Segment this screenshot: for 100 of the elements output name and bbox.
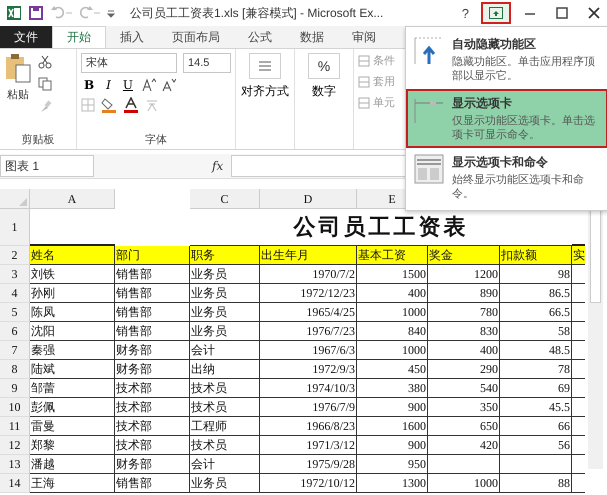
table-cell: 1600 [402, 419, 426, 433]
table-cell: 88 [558, 476, 570, 490]
table-cell: 950 [408, 457, 426, 471]
table-cell: 技术员 [191, 400, 227, 414]
table-cell: 沈阳 [31, 324, 55, 338]
table-cell: 会计 [191, 457, 215, 471]
table-cell: 1966/8/23 [306, 419, 355, 433]
table-cell: 销售部 [116, 476, 152, 490]
table-cell: 姓名 [31, 248, 55, 262]
table-cell: 420 [480, 438, 498, 452]
table-cell: 技术部 [116, 400, 152, 414]
table-cell: 彭佩 [31, 400, 55, 414]
table-cell: 1000 [402, 305, 426, 319]
table-cell: 45.5 [549, 400, 570, 414]
table-cell: 350 [480, 400, 498, 414]
table-cell: 业务员 [191, 267, 227, 281]
table-cell: 销售部 [116, 324, 152, 338]
table-cell: 邹蕾 [31, 381, 55, 395]
menu-item-description: 仅显示功能区选项卡。单击选项卡可显示命令。 [452, 114, 596, 142]
table-cell: 实 [573, 248, 585, 262]
table-cell: 66 [558, 419, 570, 433]
table-cell: 1971/3/12 [306, 438, 355, 452]
table-cell: 销售部 [116, 305, 152, 319]
table-cell: 48.5 [549, 343, 570, 357]
table-cell: 890 [480, 286, 498, 300]
table-cell: 技术部 [116, 381, 152, 395]
table-cell: 830 [480, 324, 498, 338]
table-cell: 1974/10/3 [306, 381, 355, 395]
table-cell: 会计 [191, 343, 215, 357]
table-cell: 财务部 [116, 457, 152, 471]
table-cell: 1500 [402, 267, 426, 281]
table-cell: 1972/12/23 [300, 286, 355, 300]
table-cell: 1967/6/3 [312, 343, 355, 357]
table-cell: 1000 [402, 343, 426, 357]
table-cell: 78 [558, 362, 570, 376]
table-cell: 650 [480, 419, 498, 433]
table-cell: 销售部 [116, 267, 152, 281]
table-cell: 陈凤 [31, 305, 55, 319]
menu-item-description: 始终显示功能区选项卡和命令。 [452, 173, 585, 201]
table-cell: 290 [480, 362, 498, 376]
table-cell: 扣款额 [501, 248, 537, 262]
menu-item-title: 自动隐藏功能区 [452, 36, 537, 53]
table-cell: 财务部 [116, 362, 152, 376]
table-cell: 出纳 [191, 362, 215, 376]
table-cell: 王海 [31, 476, 55, 490]
table-cell: 潘越 [31, 457, 55, 471]
table-cell: 基本工资 [358, 248, 406, 262]
table-cell: 出生年月 [261, 248, 309, 262]
window-title: 公司员工工资表1.xls [兼容模式] - Microsoft Ex... [130, 4, 384, 22]
table-cell: 部门 [116, 248, 140, 262]
group-label: 剪贴板 [20, 132, 56, 147]
table-cell: 1300 [402, 476, 426, 490]
table-cell: 380 [408, 381, 426, 395]
menu-item-description: 隐藏功能区。单击应用程序顶部以显示它。 [452, 55, 596, 83]
table-cell: 孙刚 [31, 286, 55, 300]
table-cell: 雷曼 [31, 419, 55, 433]
table-cell: 66.5 [549, 305, 570, 319]
table-cell: 郑黎 [31, 438, 55, 452]
table-cell: 技术部 [116, 419, 152, 433]
table-cell: 职务 [191, 248, 215, 262]
table-cell: 1000 [474, 476, 498, 490]
table-cell: 技术员 [191, 381, 227, 395]
table-cell: 56 [558, 438, 570, 452]
table-cell: 奖金 [429, 248, 453, 262]
table-cell: 1975/9/28 [306, 457, 355, 471]
table-cell: 86.5 [549, 286, 570, 300]
table-cell: 财务部 [116, 343, 152, 357]
table-cell: 秦强 [31, 343, 55, 357]
sheet-title: 公司员工工资表 [294, 213, 468, 241]
table-cell: 工程师 [191, 419, 227, 433]
table-cell: 销售部 [116, 286, 152, 300]
table-cell: 1976/7/9 [312, 400, 355, 414]
table-cell: 技术部 [116, 438, 152, 452]
table-cell: 业务员 [191, 305, 227, 319]
table-cell: 540 [480, 381, 498, 395]
table-cell: 业务员 [191, 476, 227, 490]
table-cell: 400 [408, 286, 426, 300]
table-cell: 900 [408, 400, 426, 414]
table-cell: 840 [408, 324, 426, 338]
table-cell: 450 [408, 362, 426, 376]
table-cell: 69 [558, 381, 570, 395]
table-cell: 刘铁 [31, 267, 55, 281]
table-cell: 1972/10/12 [300, 476, 355, 490]
table-cell: 1972/9/3 [312, 362, 355, 376]
table-cell: 900 [408, 438, 426, 452]
table-cell: 400 [480, 343, 498, 357]
table-cell: 技术员 [191, 438, 227, 452]
table-cell: 1976/7/23 [306, 324, 355, 338]
group-label: 字体 [144, 132, 168, 147]
table-cell: 陆斌 [31, 362, 55, 376]
table-cell: 98 [558, 267, 570, 281]
table-cell: 1965/4/25 [306, 305, 355, 319]
menu-item-title: 显示选项卡和命令 [452, 154, 549, 171]
table-cell: 58 [558, 324, 570, 338]
menu-item-title: 显示选项卡 [452, 95, 513, 112]
table-cell: 业务员 [191, 324, 227, 338]
table-cell: 业务员 [191, 286, 227, 300]
table-cell: 1970/7/2 [312, 267, 355, 281]
table-cell: 780 [480, 305, 498, 319]
table-cell: 1200 [474, 267, 498, 281]
